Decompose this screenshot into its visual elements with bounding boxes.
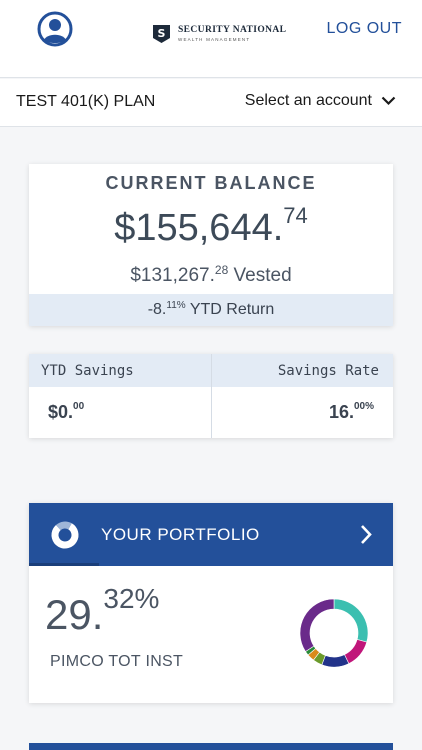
chevron-down-icon	[381, 96, 396, 106]
chevron-right-icon	[361, 525, 372, 544]
balance-amount: $155,644.74	[114, 203, 308, 249]
logo-name: SECURITY NATIONAL	[178, 25, 287, 35]
savings-card: YTD Savings Savings Rate $0.00 16.00%	[29, 354, 393, 438]
portfolio-card: YOUR PORTFOLIO 29.32% PIMCO TOT INST	[29, 503, 393, 703]
portfolio-title: YOUR PORTFOLIO	[101, 525, 260, 544]
ytd-savings-label: YTD Savings	[41, 363, 134, 379]
top-holding-fund: PIMCO TOT INST	[50, 653, 184, 670]
donut-segment-6	[299, 598, 335, 652]
savings-divider	[211, 354, 212, 438]
savings-rate-value: 16.00%	[328, 401, 374, 422]
logo-subtitle: WEALTH MANAGEMENT	[178, 36, 251, 42]
current-balance-card: CURRENT BALANCE $155,644.74 $131,267.28 …	[29, 164, 393, 326]
donut-segment-2	[321, 654, 350, 668]
ytd-return: -8.11% YTD Return	[29, 294, 393, 326]
balance-title: CURRENT BALANCE	[105, 173, 317, 193]
account-selector-label: Select an account	[244, 92, 372, 109]
next-card-header[interactable]	[29, 743, 393, 750]
shield-logo-icon: S	[153, 25, 170, 43]
account-selector[interactable]: Select an account	[245, 92, 396, 110]
logout-button[interactable]: LOG OUT	[326, 20, 402, 38]
brand-logo: S SECURITY NATIONAL WEALTH MANAGEMENT	[152, 24, 286, 44]
top-holding-percent: 29.32%	[45, 583, 160, 638]
portfolio-ring-icon	[51, 521, 79, 549]
donut-segment-0	[333, 598, 369, 643]
plan-name: TEST 401(K) PLAN	[16, 93, 156, 110]
profile-icon[interactable]	[37, 11, 73, 47]
logo-letter: S	[158, 27, 166, 40]
vested-balance: $131,267.28 Vested	[130, 263, 292, 286]
allocation-donut-chart[interactable]	[299, 598, 369, 668]
app-header: S SECURITY NATIONAL WEALTH MANAGEMENT LO…	[0, 0, 422, 78]
savings-rate-label: Savings Rate	[277, 363, 379, 379]
plan-bar: TEST 401(K) PLAN Select an account	[0, 79, 422, 127]
ytd-savings-value: $0.00	[48, 401, 85, 422]
portfolio-header-button[interactable]: YOUR PORTFOLIO	[29, 503, 393, 566]
donut-segment-1	[344, 639, 368, 664]
